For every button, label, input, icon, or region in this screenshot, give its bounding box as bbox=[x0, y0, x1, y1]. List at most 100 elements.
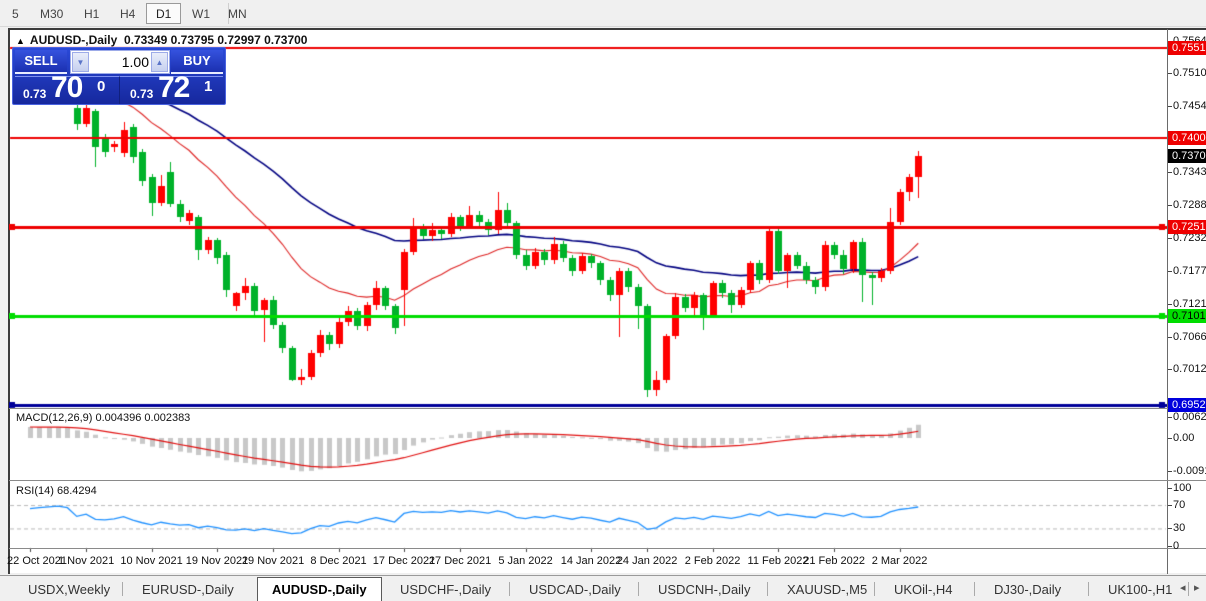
timeframe-button-mn[interactable]: MN bbox=[218, 3, 257, 24]
macd-pane-separator bbox=[9, 408, 1206, 409]
buy-price-prefix: 0.73 bbox=[130, 87, 153, 101]
symbol-tab-usdchfdaily[interactable]: USDCHF-,Daily bbox=[386, 578, 505, 601]
symbol-tab-usdcnhdaily[interactable]: USDCNH-,Daily bbox=[644, 578, 764, 601]
tab-separator bbox=[1088, 582, 1089, 596]
indicator-axis-tick bbox=[1168, 417, 1172, 418]
sell-price-display[interactable]: 0.73 70 0 bbox=[15, 76, 119, 104]
timeframe-toolbar: 5M30H1H4D1W1MN bbox=[0, 0, 1206, 27]
buy-price-main: 72 bbox=[158, 71, 189, 105]
volume-input[interactable] bbox=[91, 52, 149, 72]
indicator-axis-label: 0 bbox=[1173, 540, 1179, 552]
price-axis-tick bbox=[1168, 238, 1172, 239]
rsi-name: RSI(14) bbox=[16, 485, 54, 497]
price-axis-label: 0.70120 bbox=[1173, 363, 1206, 375]
mt4-window: 5M30H1H4D1W1MN ▲ AUDUSD-,Daily 0.73349 0.… bbox=[0, 0, 1206, 601]
buy-price-display[interactable]: 0.73 72 1 bbox=[119, 76, 223, 104]
tab-separator bbox=[638, 582, 639, 596]
rsi-label: RSI(14) 68.4294 bbox=[16, 485, 97, 497]
date-axis-label: 29 Nov 2021 bbox=[242, 555, 304, 567]
symbol-tab-usdxweekly[interactable]: USDX,Weekly bbox=[14, 578, 124, 601]
date-axis-label: 5 Jan 2022 bbox=[498, 555, 552, 567]
indicator-axis-label: 100 bbox=[1173, 482, 1191, 494]
macd-values: 0.004396 0.002383 bbox=[95, 412, 190, 424]
toolbar-separator bbox=[228, 3, 229, 24]
indicator-axis-label: 70 bbox=[1173, 499, 1185, 511]
symbol-tab-usdcaddaily[interactable]: USDCAD-,Daily bbox=[515, 578, 635, 601]
tab-separator bbox=[122, 582, 123, 596]
price-axis-tick bbox=[1168, 106, 1172, 107]
indicator-axis-tick bbox=[1168, 505, 1172, 506]
tab-separator bbox=[509, 582, 510, 596]
chart-symbol-label: AUDUSD-,Daily bbox=[30, 33, 117, 47]
symbol-tab-uk100h1[interactable]: UK100-,H1 bbox=[1094, 578, 1186, 601]
symbol-tab-audusddaily[interactable]: AUDUSD-,Daily bbox=[257, 577, 382, 601]
timeframe-button-m30[interactable]: M30 bbox=[30, 3, 73, 24]
date-axis-label: 19 Nov 2021 bbox=[186, 555, 248, 567]
indicator-axis-label: 30 bbox=[1173, 522, 1185, 534]
indicator-axis-tick bbox=[1168, 528, 1172, 529]
date-axis-label: 27 Dec 2021 bbox=[429, 555, 491, 567]
price-level-badge: 0.75512 bbox=[1168, 41, 1206, 55]
timeframe-button-5[interactable]: 5 bbox=[2, 3, 29, 24]
tab-separator bbox=[874, 582, 875, 596]
volume-decrease-icon[interactable]: ▼ bbox=[72, 52, 89, 72]
indicator-axis-tick bbox=[1168, 488, 1172, 489]
macd-name: MACD(12,26,9) bbox=[16, 412, 92, 424]
symbol-tab-ukoilh4[interactable]: UKOil-,H4 bbox=[880, 578, 967, 601]
price-axis-tick bbox=[1168, 369, 1172, 370]
date-axis-label: 8 Dec 2021 bbox=[310, 555, 366, 567]
volume-box: ▼ ▲ bbox=[70, 50, 170, 74]
symbol-tab-bar: USDX,WeeklyEURUSD-,DailyAUDUSD-,DailyUSD… bbox=[0, 575, 1206, 601]
price-level-badge: 0.73700 bbox=[1168, 149, 1206, 163]
timeframe-button-d1[interactable]: D1 bbox=[146, 3, 181, 24]
date-axis-label: 10 Nov 2021 bbox=[120, 555, 182, 567]
one-click-trade-panel: SELL ▼ ▲ BUY 0.73 70 0 0.73 72 1 bbox=[12, 47, 226, 105]
rsi-value: 68.4294 bbox=[57, 485, 97, 497]
timeframe-button-w1[interactable]: W1 bbox=[182, 3, 220, 24]
indicator-axis-label: 0.00 bbox=[1173, 432, 1194, 444]
tab-separator bbox=[767, 582, 768, 596]
sell-price-prefix: 0.73 bbox=[23, 87, 46, 101]
price-axis-tick bbox=[1168, 73, 1172, 74]
date-axis-label: 1 Nov 2021 bbox=[58, 555, 114, 567]
date-axis-label: 11 Feb 2022 bbox=[748, 555, 809, 567]
chart-title: ▲ AUDUSD-,Daily 0.73349 0.73795 0.72997 0… bbox=[16, 33, 307, 47]
price-axis-tick bbox=[1168, 271, 1172, 272]
price-axis-label: 0.70660 bbox=[1173, 331, 1206, 343]
buy-price-pip: 1 bbox=[204, 78, 212, 95]
date-axis-label: 2 Mar 2022 bbox=[872, 555, 928, 567]
price-axis-label: 0.75100 bbox=[1173, 67, 1206, 79]
tab-scroll-right-icon[interactable]: ▸ bbox=[1194, 581, 1200, 594]
price-axis-tick bbox=[1168, 304, 1172, 305]
price-axis-label: 0.72880 bbox=[1173, 199, 1206, 211]
date-axis: 22 Oct 20211 Nov 202110 Nov 202119 Nov 2… bbox=[9, 549, 1167, 573]
price-level-badge: 0.71013 bbox=[1168, 309, 1206, 323]
timeframe-button-h1[interactable]: H1 bbox=[74, 3, 109, 24]
timeframe-button-h4[interactable]: H4 bbox=[110, 3, 145, 24]
volume-increase-icon[interactable]: ▲ bbox=[151, 52, 168, 72]
tab-scroll-left-icon[interactable]: ◂ bbox=[1180, 581, 1186, 594]
price-axis-tick bbox=[1168, 205, 1172, 206]
symbol-tab-eurusddaily[interactable]: EURUSD-,Daily bbox=[128, 578, 248, 601]
indicator-axis-label: -0.00919 bbox=[1173, 465, 1206, 477]
date-axis-label: 14 Jan 2022 bbox=[561, 555, 622, 567]
price-level-badge: 0.72513 bbox=[1168, 220, 1206, 234]
sell-price-main: 70 bbox=[51, 71, 82, 105]
price-axis-label: 0.71770 bbox=[1173, 265, 1206, 277]
price-axis-tick bbox=[1168, 172, 1172, 173]
date-axis-label: 17 Dec 2021 bbox=[373, 555, 435, 567]
price-chart-canvas[interactable] bbox=[9, 29, 1167, 574]
date-axis-label: 21 Feb 2022 bbox=[803, 555, 865, 567]
price-axis-label: 0.73435 bbox=[1173, 166, 1206, 178]
indicator-axis-label: 0.00620 bbox=[1173, 411, 1206, 423]
price-axis-label: 0.74545 bbox=[1173, 100, 1206, 112]
symbol-tab-xauusdm5[interactable]: XAUUSD-,M5 bbox=[773, 578, 881, 601]
price-axis-separator bbox=[1167, 29, 1168, 574]
price-level-badge: 0.74002 bbox=[1168, 131, 1206, 145]
symbol-tab-dj30daily[interactable]: DJ30-,Daily bbox=[980, 578, 1075, 601]
tab-separator bbox=[1188, 582, 1189, 596]
symbol-marker-icon: ▲ bbox=[16, 36, 25, 46]
indicator-axis-tick bbox=[1168, 438, 1172, 439]
price-level-badge: 0.69520 bbox=[1168, 398, 1206, 412]
chart-ohlc-values: 0.73349 0.73795 0.72997 0.73700 bbox=[124, 33, 308, 47]
